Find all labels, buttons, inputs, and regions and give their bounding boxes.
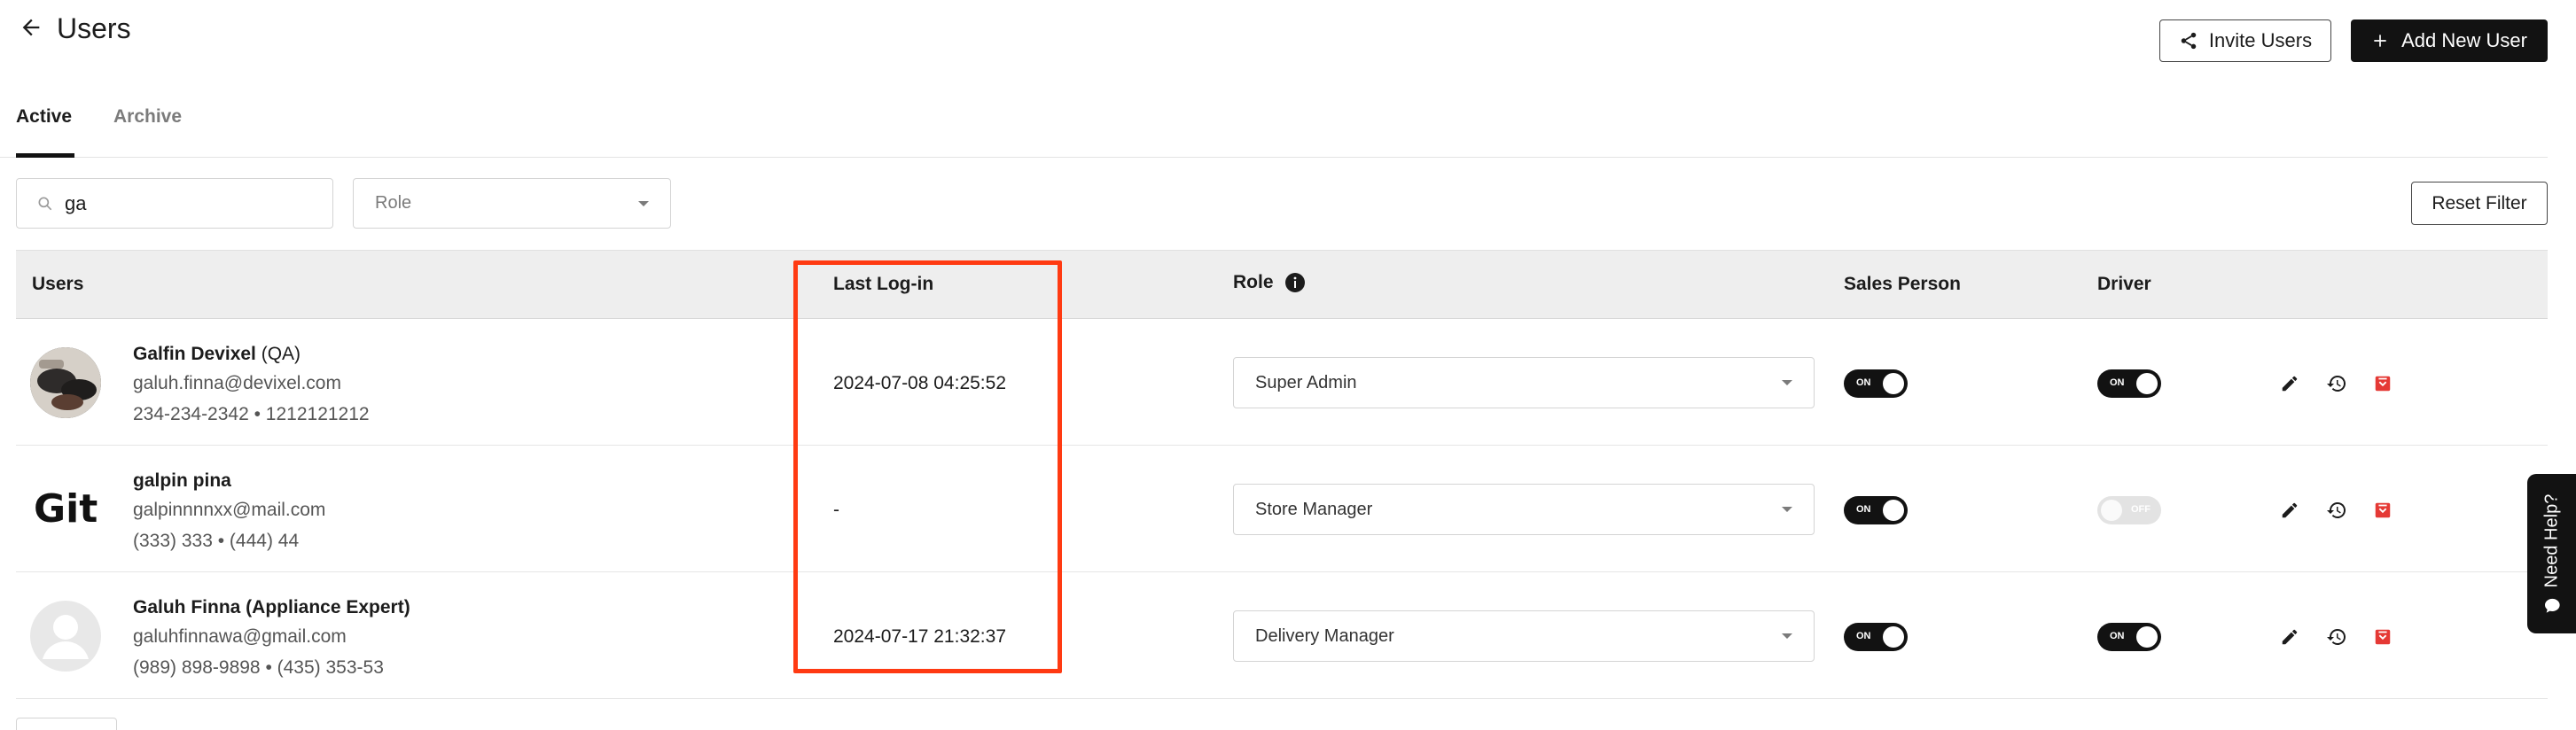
user-name: Galfin Devixel (QA) [133, 344, 301, 365]
chevron-down-icon [1780, 632, 1794, 641]
role-select-value: Store Manager [1255, 499, 1373, 519]
driver-toggle[interactable]: ON [2097, 623, 2161, 651]
edit-pencil-icon[interactable] [2276, 497, 2303, 524]
user-name-text: galpin pina [133, 470, 231, 491]
header-role: Role [1233, 272, 1306, 293]
edit-pencil-icon[interactable] [2276, 370, 2303, 397]
info-icon[interactable] [1284, 272, 1306, 293]
search-field [16, 178, 333, 229]
table-header: Users Last Log-in Role Sales Person Driv… [16, 250, 2548, 319]
tab-bar: Active Archive [0, 97, 2548, 158]
user-name-text: Galuh Finna (Appliance Expert) [133, 597, 410, 617]
last-login-value: - [833, 500, 839, 520]
table-row: Galuh Finna (Appliance Expert) galuhfinn… [16, 572, 2548, 699]
sales-person-toggle[interactable]: ON [1844, 369, 1908, 398]
history-restore-icon[interactable] [2323, 370, 2350, 397]
header-role-label: Role [1233, 272, 1274, 292]
user-phones: (989) 898-9898 • (435) 353-53 [133, 657, 384, 678]
tab-active[interactable]: Active [16, 97, 74, 158]
user-name: Galuh Finna (Appliance Expert) [133, 597, 410, 618]
role-select-value: Delivery Manager [1255, 625, 1394, 646]
driver-toggle[interactable]: ON [2097, 369, 2161, 398]
search-icon [36, 195, 54, 213]
header-sales-person: Sales Person [1844, 274, 1961, 294]
pagination-control[interactable] [16, 718, 117, 730]
edit-pencil-icon[interactable] [2276, 624, 2303, 650]
chevron-down-icon [636, 199, 651, 208]
plus-icon [2371, 32, 2389, 50]
user-email: galuhfinnawa@gmail.com [133, 626, 347, 647]
user-name-text: Galfin Devixel [133, 344, 256, 364]
user-phones: (333) 333 • (444) 44 [133, 531, 300, 551]
chat-bubble-icon [2543, 596, 2561, 614]
add-new-user-button[interactable]: Add New User [2351, 19, 2548, 62]
user-email: galpinnnnxx@mail.com [133, 500, 326, 520]
tab-archive[interactable]: Archive [113, 97, 182, 158]
header-last-login: Last Log-in [833, 274, 934, 294]
page-title: Users [57, 12, 131, 44]
last-login-value: 2024-07-08 04:25:52 [833, 373, 1006, 393]
need-help-label: Need Help? [2541, 493, 2561, 587]
users-table: Users Last Log-in Role Sales Person Driv… [16, 250, 2548, 699]
chevron-down-icon [1780, 505, 1794, 514]
back-arrow-icon[interactable] [16, 12, 46, 43]
role-filter-placeholder: Role [375, 193, 412, 213]
toggle-state: ON [2110, 631, 2125, 641]
toggle-state: OFF [2131, 504, 2151, 515]
user-phones: 234-234-2342 • 1212121212 [133, 404, 370, 424]
table-row: Galfin Devixel (QA) galuh.finna@devixel.… [16, 319, 2548, 446]
need-help-tab[interactable]: Need Help? [2527, 474, 2576, 633]
toggle-state: ON [1856, 377, 1871, 388]
user-name-suffix: (QA) [255, 344, 301, 364]
archive-icon[interactable] [2369, 370, 2396, 397]
role-select[interactable]: Delivery Manager [1233, 610, 1815, 662]
history-restore-icon[interactable] [2323, 624, 2350, 650]
user-email: galuh.finna@devixel.com [133, 373, 341, 393]
reset-filter-button[interactable]: Reset Filter [2411, 182, 2548, 225]
toggle-state: ON [1856, 504, 1871, 515]
role-filter-select[interactable]: Role [353, 178, 671, 229]
driver-toggle[interactable]: OFF [2097, 496, 2161, 524]
invite-users-button[interactable]: Invite Users [2159, 19, 2331, 62]
toggle-state: ON [1856, 631, 1871, 641]
toggle-state: ON [2110, 377, 2125, 388]
role-select[interactable]: Super Admin [1233, 357, 1815, 408]
archive-icon[interactable] [2369, 497, 2396, 524]
chevron-down-icon [1780, 378, 1794, 387]
svg-text:Git: Git [34, 486, 98, 532]
avatar: Git [30, 474, 101, 545]
sales-person-toggle[interactable]: ON [1844, 496, 1908, 524]
sales-person-toggle[interactable]: ON [1844, 623, 1908, 651]
header-driver: Driver [2097, 274, 2151, 294]
search-input[interactable] [65, 191, 313, 215]
header-users: Users [32, 274, 84, 294]
role-select-value: Super Admin [1255, 372, 1357, 392]
table-row: Git galpin pina galpinnnnxx@mail.com (33… [16, 446, 2548, 572]
user-name: galpin pina [133, 470, 231, 492]
role-select[interactable]: Store Manager [1233, 484, 1815, 535]
history-restore-icon[interactable] [2323, 497, 2350, 524]
avatar [30, 347, 101, 418]
invite-users-label: Invite Users [2208, 29, 2313, 51]
archive-icon[interactable] [2369, 624, 2396, 650]
avatar [30, 601, 101, 672]
add-new-user-label: Add New User [2401, 29, 2527, 51]
share-icon [2179, 31, 2198, 50]
last-login-value: 2024-07-17 21:32:37 [833, 626, 1006, 647]
